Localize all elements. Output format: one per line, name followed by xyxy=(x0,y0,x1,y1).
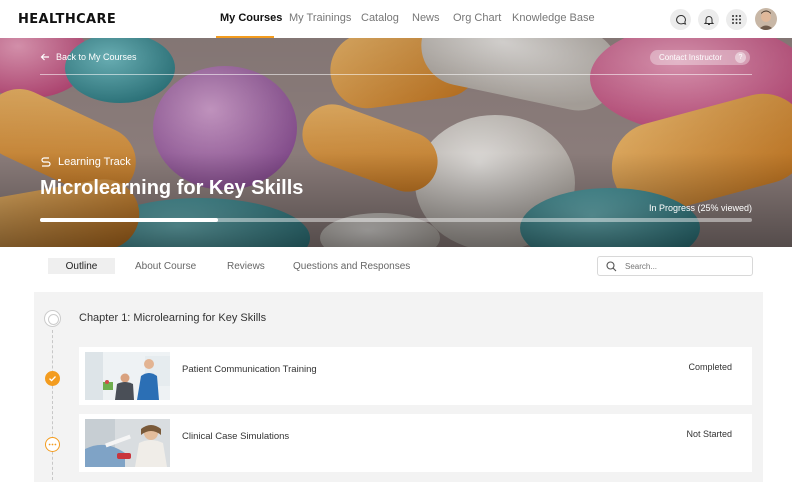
chapter-title: Chapter 1: Microlearning for Key Skills xyxy=(79,312,267,324)
course-search xyxy=(597,256,753,276)
lesson-name: Patient Communication Training xyxy=(182,364,317,375)
back-link-label: Back to My Courses xyxy=(56,52,137,62)
learning-track-text: Learning Track xyxy=(58,156,131,168)
back-to-courses-link[interactable]: Back to My Courses xyxy=(40,52,137,62)
bell-icon[interactable] xyxy=(698,9,719,30)
track-route-icon xyxy=(41,157,51,167)
tab-about-course[interactable]: About Course xyxy=(135,258,196,274)
search-input[interactable] xyxy=(625,261,745,271)
help-icon[interactable]: ? xyxy=(735,52,746,63)
completed-check-icon xyxy=(45,371,60,386)
lesson-card[interactable]: Clinical Case Simulations Not Started xyxy=(79,414,752,472)
chapter-status-indicator xyxy=(44,310,61,327)
contact-instructor-label: Contact Instructor xyxy=(659,53,723,62)
nav-org-chart[interactable]: Org Chart xyxy=(453,12,501,24)
lesson-thumbnail xyxy=(85,419,170,467)
hero-divider xyxy=(40,74,752,75)
course-title: Microlearning for Key Skills xyxy=(40,177,304,199)
course-progress-bar xyxy=(40,218,752,222)
course-hero-banner: Back to My Courses Contact Instructor ? … xyxy=(0,38,792,247)
nav-my-courses[interactable]: My Courses xyxy=(220,12,282,24)
tab-questions-and-responses[interactable]: Questions and Responses xyxy=(293,258,410,274)
nav-knowledge-base[interactable]: Knowledge Base xyxy=(512,12,595,24)
nav-my-trainings[interactable]: My Trainings xyxy=(289,12,351,24)
contact-instructor-button[interactable]: Contact Instructor ? xyxy=(650,50,750,65)
brand-logo[interactable]: HEALTHCARE xyxy=(18,12,116,27)
user-avatar[interactable] xyxy=(755,8,777,30)
lesson-status: Not Started xyxy=(686,429,732,439)
course-progress-fill xyxy=(40,218,218,222)
progress-status-text: In Progress (25% viewed) xyxy=(648,203,752,213)
learning-track-label: Learning Track xyxy=(40,156,131,168)
lesson-card[interactable]: Patient Communication Training Completed xyxy=(79,347,752,405)
nav-catalog[interactable]: Catalog xyxy=(361,12,399,24)
nav-news[interactable]: News xyxy=(412,12,440,24)
lesson-name: Clinical Case Simulations xyxy=(182,431,290,442)
search-icon xyxy=(606,260,617,271)
not-started-ellipsis-icon xyxy=(45,437,60,452)
arrow-left-icon xyxy=(40,53,49,61)
chat-icon[interactable] xyxy=(670,9,691,30)
top-navigation: HEALTHCARE My Courses My Trainings Catal… xyxy=(0,0,792,38)
timeline-line xyxy=(52,330,53,480)
apps-grid-icon[interactable] xyxy=(726,9,747,30)
lesson-status: Completed xyxy=(688,362,732,372)
lesson-thumbnail xyxy=(85,352,170,400)
tab-outline[interactable]: Outline xyxy=(48,258,115,274)
pills-background-image xyxy=(0,38,792,247)
tab-reviews[interactable]: Reviews xyxy=(227,258,265,274)
